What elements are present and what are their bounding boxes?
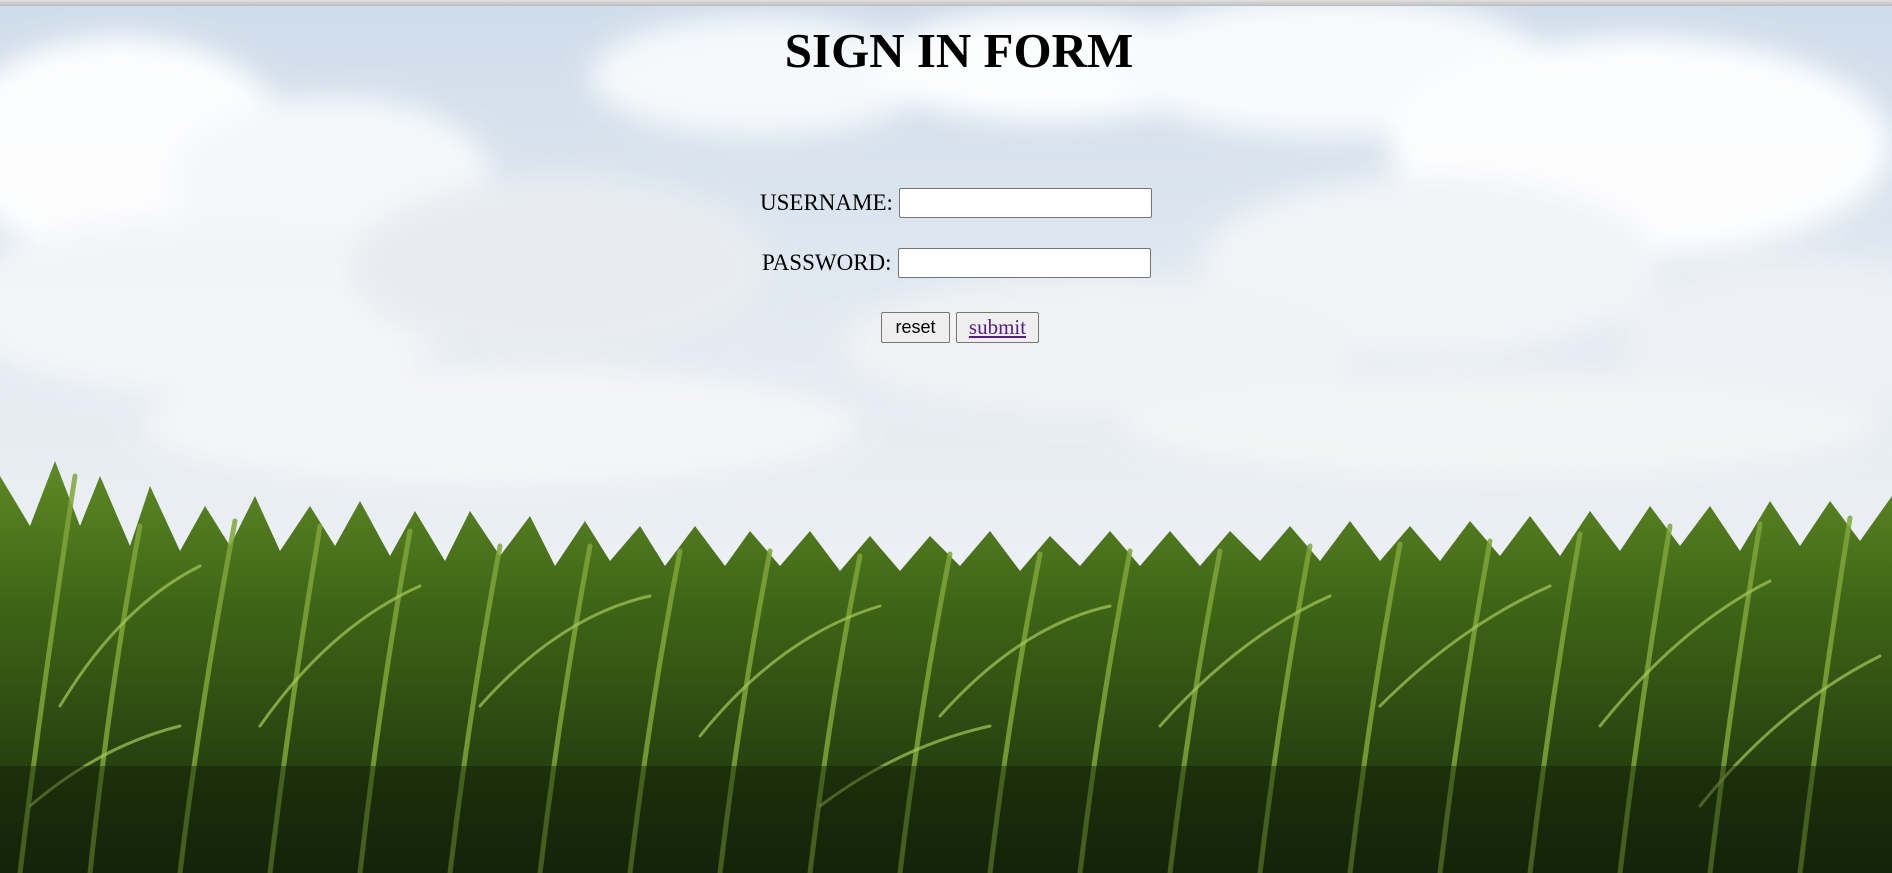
page-title: SIGN IN FORM [784, 23, 1134, 78]
password-row: PASSWORD: [762, 246, 1151, 280]
username-input[interactable] [898, 188, 1152, 218]
submit-link[interactable]: submit [969, 315, 1026, 339]
submit-button[interactable]: submit [956, 312, 1039, 343]
reset-button[interactable]: reset [881, 312, 950, 343]
username-row: USERNAME: [760, 186, 1152, 220]
password-label: PASSWORD: [762, 250, 892, 275]
sign-in-form: SIGN IN FORM USERNAME: PASSWORD: reset s… [0, 6, 1892, 873]
username-label: USERNAME: [760, 190, 893, 215]
browser-top-border [0, 0, 1892, 6]
password-input[interactable] [897, 248, 1151, 278]
